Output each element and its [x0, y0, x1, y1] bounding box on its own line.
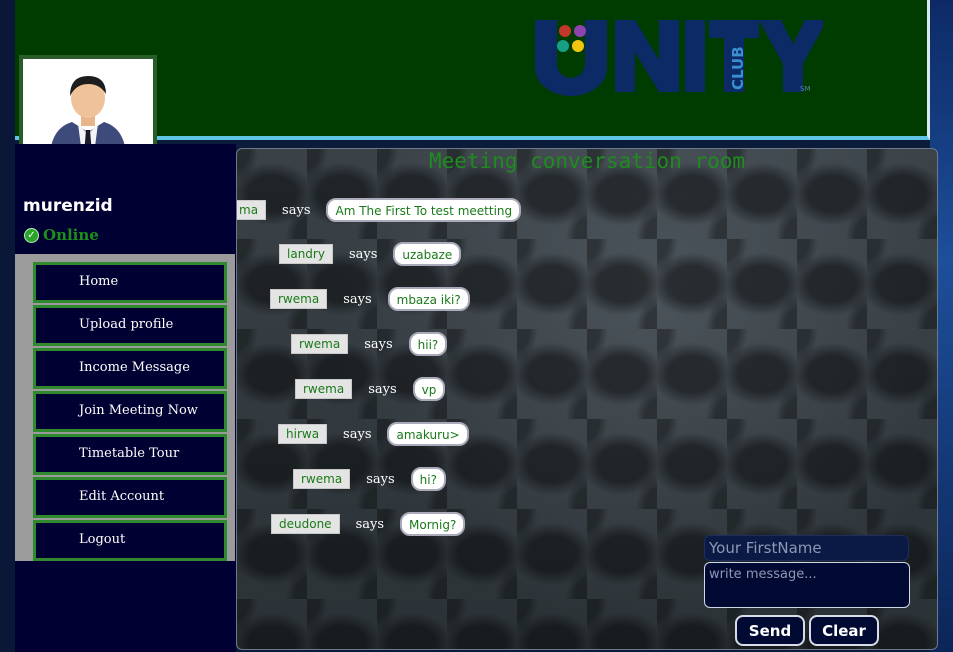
logo-trademark: SM [800, 85, 811, 93]
message-input[interactable] [704, 562, 910, 608]
chat-message: ma says Am The First To test meetting [237, 198, 522, 222]
says-label: says [282, 202, 311, 218]
says-label: says [343, 291, 372, 307]
message-text: Am The First To test meetting [326, 198, 522, 222]
message-author: ma [237, 200, 267, 220]
says-label: says [343, 426, 372, 442]
message-author: rwema [293, 469, 351, 489]
says-label: says [364, 336, 393, 352]
says-label: says [368, 381, 397, 397]
message-author: rwema [291, 334, 349, 354]
sidebar-item-join-meeting[interactable]: Join Meeting Now [33, 391, 227, 432]
check-circle-icon: ✓ [24, 227, 39, 243]
message-text: vp [412, 377, 446, 401]
user-avatar-icon [50, 75, 126, 154]
sidebar-item-logout[interactable]: Logout [33, 520, 227, 561]
username: murenzid [23, 196, 113, 216]
message-text: uzabaze [393, 242, 462, 266]
message-text: Mornig? [400, 512, 466, 536]
chat-message: deudone says Mornig? [271, 512, 466, 536]
says-label: says [355, 516, 384, 532]
message-author: landry [279, 244, 333, 264]
sidebar-item-home[interactable]: Home [33, 262, 227, 303]
says-label: says [366, 471, 395, 487]
online-status: ✓ Online [24, 226, 99, 244]
status-label: Online [43, 226, 99, 244]
first-name-input[interactable] [704, 535, 909, 561]
message-author: rwema [270, 289, 328, 309]
sidebar-item-timetable-tour[interactable]: Timetable Tour [33, 434, 227, 475]
message-text: hi? [410, 467, 446, 491]
room-title: Meeting conversation room [428, 149, 746, 173]
chat-message: rwema says hi? [293, 467, 446, 491]
message-text: amakuru> [387, 422, 469, 446]
svg-text:CLUB: CLUB [729, 46, 747, 90]
page-background-left [0, 0, 15, 652]
send-button[interactable]: Send [735, 615, 805, 646]
message-author: rwema [295, 379, 353, 399]
sidebar-item-income-message[interactable]: Income Message [33, 348, 227, 389]
chat-message: hirwa says amakuru> [278, 422, 469, 446]
message-author: deudone [271, 514, 340, 534]
chat-message: rwema says hii? [291, 332, 448, 356]
sidebar-item-upload-profile[interactable]: Upload profile [33, 305, 227, 346]
unity-club-logo: CLUB [535, 20, 823, 96]
clear-button[interactable]: Clear [809, 615, 879, 646]
chat-message: landry says uzabaze [279, 242, 462, 266]
says-label: says [348, 246, 378, 262]
sidebar-menu: Home Upload profile Income Message Join … [15, 254, 235, 561]
message-text: mbaza iki? [387, 287, 470, 311]
message-text: hii? [408, 332, 448, 356]
message-author: hirwa [278, 424, 328, 444]
sidebar-item-edit-account[interactable]: Edit Account [33, 477, 227, 518]
chat-message: rwema says vp [295, 377, 446, 401]
chat-message: rwema says mbaza iki? [270, 287, 470, 311]
